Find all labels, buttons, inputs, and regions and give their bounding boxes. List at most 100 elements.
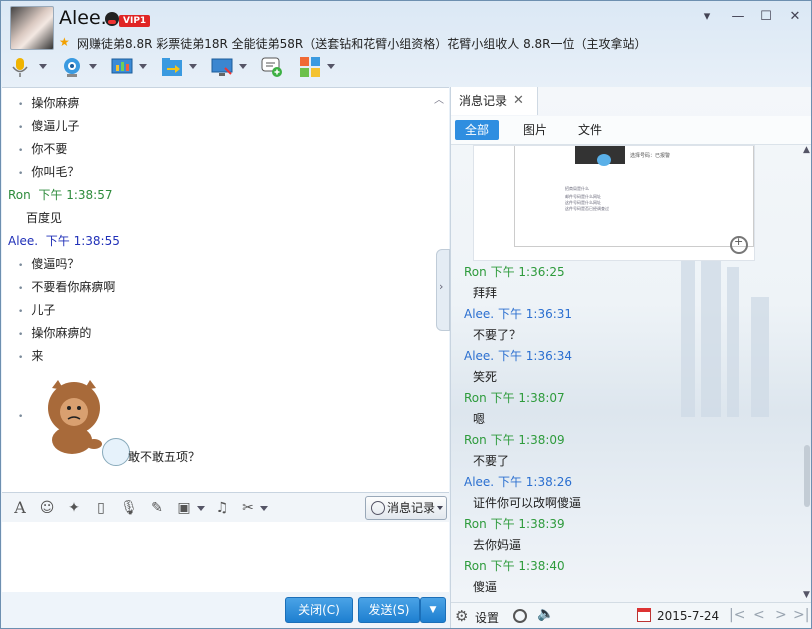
- crying-face-emoji: [102, 438, 130, 466]
- sender-name: Ron: [464, 433, 487, 447]
- scrollbar-thumb[interactable]: [804, 445, 810, 507]
- filter-images[interactable]: 图片: [513, 120, 557, 140]
- image-icon[interactable]: ▣: [175, 499, 193, 517]
- filter-files[interactable]: 文件: [568, 120, 612, 140]
- close-tab-icon[interactable]: ✕: [513, 87, 524, 115]
- monitor-icon: [211, 58, 233, 76]
- speaker-icon[interactable]: 🔈: [537, 606, 554, 622]
- chevron-down-icon[interactable]: [139, 64, 147, 69]
- history-filter-bar: 全部 图片 文件: [451, 116, 811, 145]
- sender-name: Ron: [464, 265, 487, 279]
- screenshot-line: 招商局是什么: [565, 186, 589, 191]
- history-message-header: Alee. 下午 1:36:34: [464, 347, 572, 364]
- scroll-up-icon[interactable]: ︿: [434, 91, 444, 106]
- message-header: Alee. 下午 1:38:55: [8, 232, 120, 249]
- chat-message-area[interactable]: ︿ 操你麻痹 傻逼儿子 你不要 你叫毛？ Ron 下午 1:38:57 百度见 …: [2, 87, 449, 492]
- webcam-icon: [64, 58, 80, 77]
- sender-name: Ron: [464, 517, 487, 531]
- chat-message: 你叫毛？: [8, 163, 79, 180]
- history-message-header: Ron 下午 1:38:40: [464, 557, 565, 574]
- font-icon[interactable]: A: [11, 499, 29, 517]
- discussion-group-button[interactable]: [261, 56, 283, 78]
- avatar[interactable]: [10, 6, 54, 50]
- history-scrollbar[interactable]: ▲ ▼: [802, 145, 811, 605]
- filter-all[interactable]: 全部: [455, 120, 500, 140]
- send-button[interactable]: 发送(S): [358, 597, 420, 623]
- chat-message: 操你麻痹的: [8, 324, 91, 341]
- history-date[interactable]: 2015-7-24: [657, 609, 719, 623]
- history-message-header: Alee. 下午 1:38:26: [464, 473, 572, 490]
- bear-sticker-image[interactable]: [44, 378, 104, 456]
- skyline-decoration: [681, 247, 695, 417]
- shake-window-icon[interactable]: ▯: [92, 499, 110, 517]
- last-page-icon[interactable]: >|: [793, 607, 809, 623]
- skin-dropdown-button[interactable]: ▾: [698, 9, 716, 25]
- previous-page-icon[interactable]: <: [753, 607, 765, 623]
- sender-name: Ron: [464, 559, 487, 573]
- sticker-bullet: [8, 408, 31, 422]
- zoom-in-icon[interactable]: [730, 235, 748, 254]
- skyline-decoration: [727, 267, 739, 417]
- history-message-text: 证件你可以改啊傻逼: [473, 496, 582, 510]
- message-time: 下午 1:36:31: [497, 307, 573, 321]
- message-header: Ron 下午 1:38:57: [8, 186, 112, 203]
- history-message-text: 嗯: [473, 412, 486, 426]
- history-message-text: 笑死: [473, 370, 498, 384]
- screen-share-button[interactable]: [211, 56, 233, 78]
- calendar-icon[interactable]: [637, 608, 651, 622]
- scissors-icon[interactable]: ✂: [239, 499, 257, 517]
- chevron-down-icon[interactable]: [327, 64, 335, 69]
- search-icon[interactable]: [513, 609, 527, 623]
- message-time: 下午 1:38:39: [490, 517, 565, 531]
- sender-name: Alee.: [8, 234, 39, 248]
- chevron-down-icon[interactable]: [189, 64, 197, 69]
- sender-name: Ron: [464, 391, 487, 405]
- settings-label[interactable]: 设置: [475, 609, 499, 626]
- remote-desktop-button[interactable]: [111, 56, 133, 78]
- qq-penguin-icon: [105, 12, 119, 26]
- tab-label: 消息记录: [459, 94, 508, 108]
- scroll-up-arrow[interactable]: ▲: [803, 145, 810, 155]
- chevron-down-icon[interactable]: [239, 64, 247, 69]
- history-message-text: 不要了: [473, 454, 510, 468]
- message-input[interactable]: [2, 522, 449, 592]
- send-file-button[interactable]: [161, 56, 183, 78]
- voice-message-icon[interactable]: 🎙: [120, 499, 138, 517]
- tab-message-history[interactable]: 消息记录 ✕: [451, 87, 538, 115]
- close-button[interactable]: 关闭(C): [285, 597, 353, 623]
- screenshot-avatar: [597, 154, 611, 166]
- send-bar: 关闭(C) 发送(S) ▼: [2, 592, 449, 628]
- contact-nickname: Alee.: [59, 7, 107, 29]
- clock-icon: [371, 501, 385, 515]
- close-window-button[interactable]: ✕: [786, 9, 804, 25]
- chevron-down-icon[interactable]: [197, 506, 205, 511]
- sender-name: Alee.: [464, 475, 495, 489]
- chevron-down-icon[interactable]: [89, 64, 97, 69]
- chevron-down-icon[interactable]: [260, 506, 268, 511]
- music-icon[interactable]: ♫: [213, 499, 231, 517]
- message-history-panel: 消息记录 ✕ 全部 图片 文件 选择号码：已报警 招商局是什么 邮件号码是什么网…: [450, 87, 811, 628]
- chat-message: 不要看你麻痹啊: [8, 278, 115, 295]
- vip-badge[interactable]: VIP1: [119, 15, 151, 27]
- next-page-icon[interactable]: >: [775, 607, 787, 623]
- send-options-dropdown[interactable]: ▼: [420, 597, 446, 623]
- voice-call-button[interactable]: [9, 56, 31, 78]
- video-call-button[interactable]: [61, 56, 83, 78]
- message-time: 下午 1:38:26: [497, 475, 573, 489]
- gear-icon[interactable]: ⚙: [455, 607, 468, 625]
- scroll-down-arrow[interactable]: ▼: [803, 590, 810, 600]
- history-message-text: 去你妈逼: [473, 538, 522, 552]
- screenshot-frame: 选择号码：已报警 招商局是什么 邮件号码是什么网址 这件号码是什么网址 这件号码…: [514, 146, 754, 247]
- maximize-button[interactable]: ☐: [757, 9, 775, 25]
- edit-icon[interactable]: ✎: [148, 499, 166, 517]
- image-message-thumbnail[interactable]: 选择号码：已报警 招商局是什么 邮件号码是什么网址 这件号码是什么网址 这件号码…: [473, 145, 755, 261]
- message-history-label: 消息记录: [387, 501, 436, 515]
- message-history-button[interactable]: 消息记录: [365, 496, 447, 520]
- first-page-icon[interactable]: |<: [729, 607, 745, 623]
- emoji-icon[interactable]: ☺: [38, 499, 56, 517]
- panel-collapse-handle[interactable]: ›: [436, 249, 450, 331]
- magic-wand-icon[interactable]: ✦: [65, 499, 83, 517]
- chevron-down-icon[interactable]: [39, 64, 47, 69]
- apps-button[interactable]: [299, 56, 321, 78]
- minimize-button[interactable]: —: [729, 9, 747, 25]
